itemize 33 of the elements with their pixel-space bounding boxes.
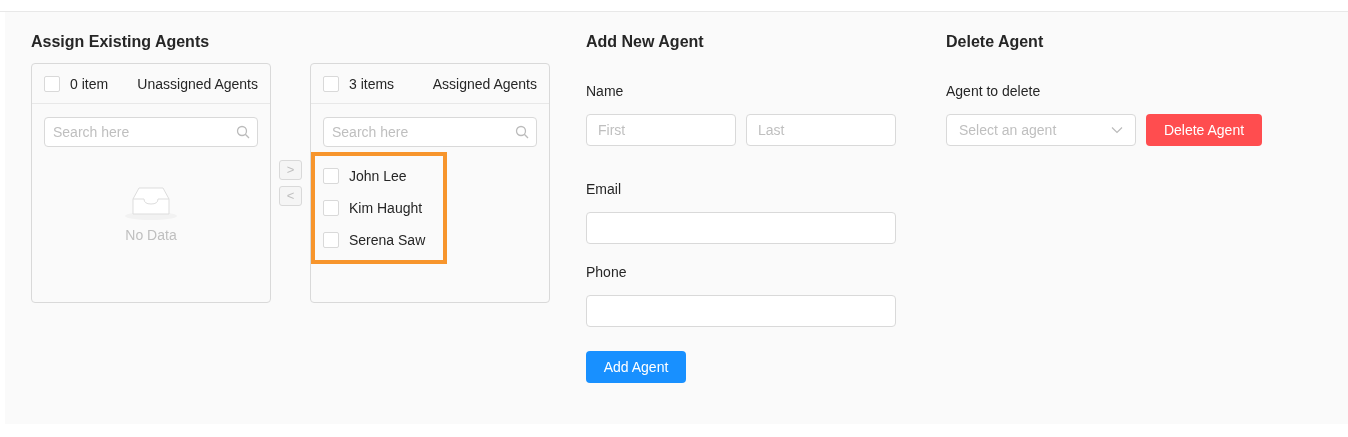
input-field[interactable]: First xyxy=(586,114,736,146)
checkbox[interactable] xyxy=(323,168,339,184)
section-title: Assign Existing Agents xyxy=(31,32,211,52)
search-field[interactable]: Search here xyxy=(323,117,537,147)
checkbox[interactable] xyxy=(323,200,339,216)
section-title: Add New Agent xyxy=(586,32,705,52)
field-label: Agent to delete xyxy=(946,82,1042,100)
delete-agent-button[interactable]: Delete Agent xyxy=(1146,114,1262,146)
item-count: 0 item xyxy=(70,75,109,92)
list-item[interactable]: John Lee xyxy=(323,160,426,192)
agent-select[interactable]: Select an agent xyxy=(946,114,1136,146)
section-title: Delete Agent xyxy=(946,32,1045,52)
list-item[interactable]: Serena Saw xyxy=(323,224,426,256)
search-field[interactable]: Search here xyxy=(44,117,258,147)
field-label: Phone xyxy=(586,263,628,281)
checkbox[interactable] xyxy=(323,232,339,248)
empty-text: No Data xyxy=(125,227,177,243)
list-title: Unassigned Agents xyxy=(137,75,258,92)
search-icon xyxy=(236,125,250,139)
field-label: Name xyxy=(586,82,625,100)
item-count: 3 items xyxy=(349,75,395,92)
inbox-icon xyxy=(123,185,179,221)
select-all-checkbox[interactable] xyxy=(44,75,60,92)
chevron-down-icon xyxy=(1111,126,1123,134)
select-all-checkbox[interactable] xyxy=(323,75,339,92)
add-agent-button[interactable]: Add Agent xyxy=(586,351,686,383)
list-title: Assigned Agents xyxy=(432,75,537,92)
input-field[interactable] xyxy=(586,295,896,327)
input-field[interactable]: Last xyxy=(746,114,896,146)
search-icon xyxy=(515,125,529,139)
field-label: Email xyxy=(586,180,622,198)
list-item[interactable]: Kim Haught xyxy=(323,192,426,224)
input-field[interactable] xyxy=(586,212,896,244)
